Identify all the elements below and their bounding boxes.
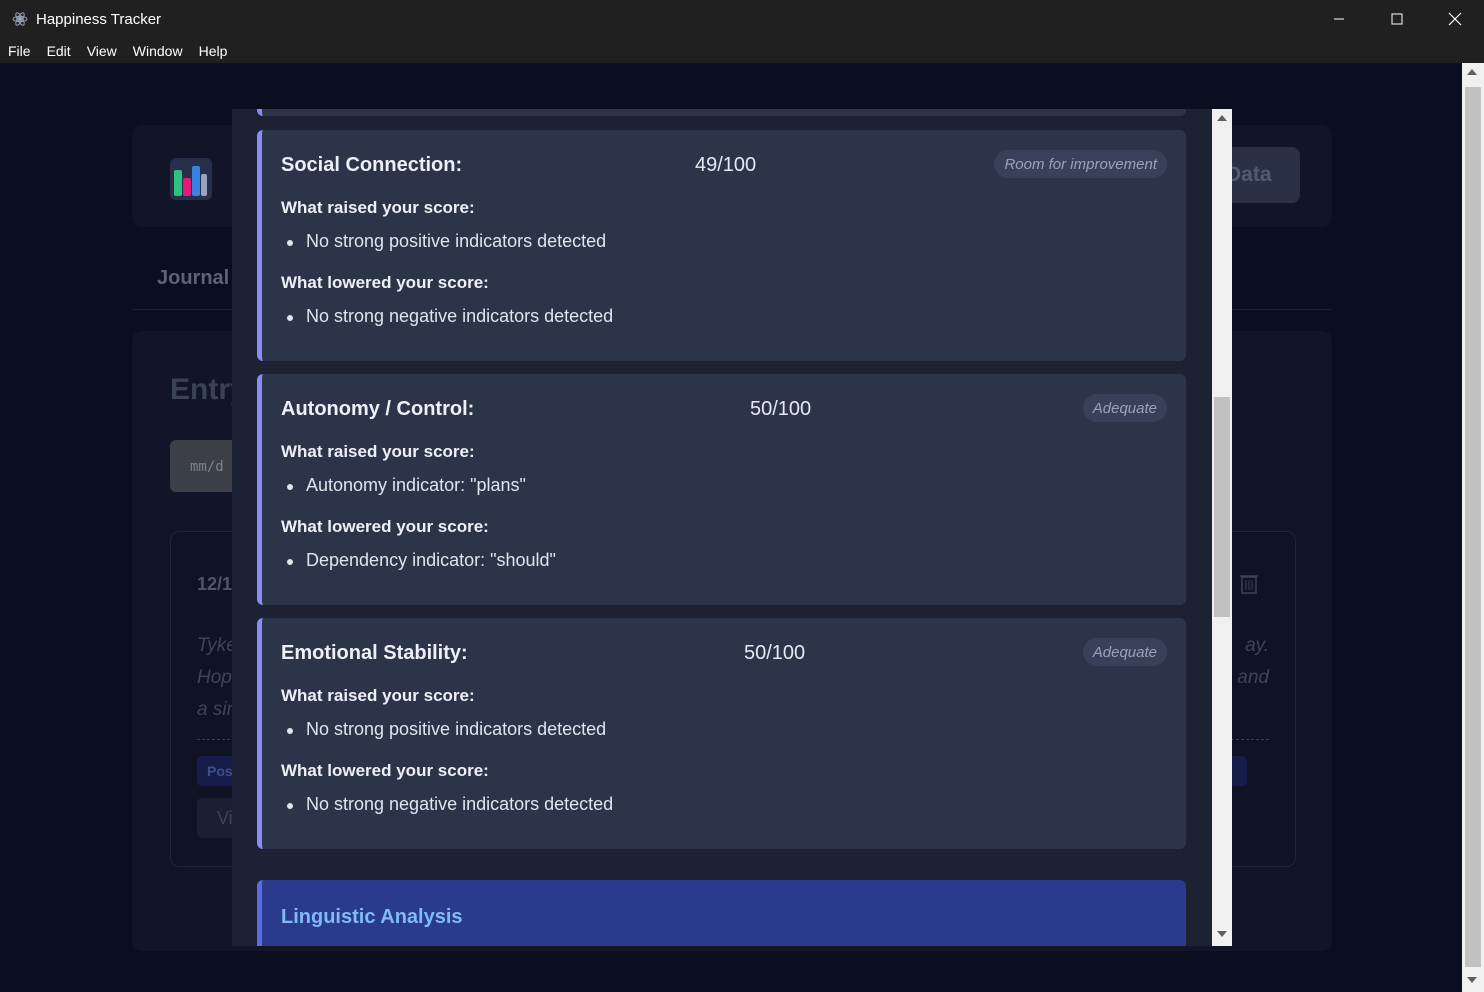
list-item: No strong negative indicators detected bbox=[286, 794, 614, 814]
raised-heading: What raised your score: bbox=[281, 686, 475, 705]
status-badge: Adequate bbox=[1082, 394, 1167, 422]
entry-date: 12/1 bbox=[197, 574, 233, 594]
scroll-up-icon[interactable] bbox=[1217, 115, 1227, 121]
entry-text: Tyke Hop a sir bbox=[197, 635, 237, 720]
menu-bar: File Edit View Window Help bbox=[0, 38, 1484, 63]
section-score: 50/100 bbox=[750, 398, 812, 420]
sentiment-tag: Pos bbox=[197, 756, 237, 786]
window-title: Happiness Tracker bbox=[36, 10, 162, 28]
scroll-up-icon[interactable] bbox=[1467, 69, 1477, 75]
lowered-heading: What lowered your score: bbox=[281, 517, 489, 536]
list-item: No strong negative indicators detected bbox=[286, 306, 614, 326]
menu-edit[interactable]: Edit bbox=[39, 43, 79, 59]
section-social-connection: Social Connection: 49/100 Room for impro… bbox=[257, 130, 1186, 361]
minimize-button[interactable] bbox=[1310, 0, 1368, 38]
data-button[interactable]: Data bbox=[1222, 147, 1300, 203]
menu-file[interactable]: File bbox=[0, 43, 39, 59]
list-item: No strong positive indicators detected bbox=[286, 231, 607, 251]
menu-window[interactable]: Window bbox=[125, 43, 191, 59]
modal-scrollbar[interactable] bbox=[1212, 109, 1232, 946]
menu-view[interactable]: View bbox=[79, 43, 125, 59]
previous-section bbox=[257, 109, 1186, 116]
trash-icon[interactable] bbox=[1239, 572, 1259, 594]
app-icon bbox=[12, 12, 28, 26]
raised-heading: What raised your score: bbox=[281, 198, 475, 217]
section-emotional-stability: Emotional Stability: 50/100 Adequate Wha… bbox=[257, 618, 1186, 849]
section-title: Linguistic Analysis bbox=[281, 906, 463, 928]
maximize-button[interactable] bbox=[1368, 0, 1426, 38]
section-linguistic-analysis: Linguistic Analysis bbox=[257, 880, 1186, 946]
analysis-modal: Social Connection: 49/100 Room for impro… bbox=[232, 109, 1232, 946]
modal-scroll-thumb[interactable] bbox=[1214, 397, 1230, 617]
status-badge: Adequate bbox=[1082, 638, 1167, 666]
window-scroll-thumb[interactable] bbox=[1465, 87, 1481, 967]
minimize-icon bbox=[1334, 18, 1344, 20]
list-item: Autonomy indicator: "plans" bbox=[287, 475, 526, 495]
lowered-heading: What lowered your score: bbox=[281, 761, 489, 780]
close-button[interactable] bbox=[1426, 0, 1484, 38]
raised-heading: What raised your score: bbox=[281, 442, 475, 461]
close-icon bbox=[1448, 12, 1462, 26]
app-logo-icon bbox=[170, 158, 212, 200]
scroll-down-icon[interactable] bbox=[1217, 931, 1227, 937]
tab-journal[interactable]: Journal bbox=[157, 267, 229, 290]
section-score: 49/100 bbox=[695, 154, 757, 176]
view-button[interactable]: Vi bbox=[197, 798, 237, 838]
section-title: Emotional Stability: bbox=[281, 642, 468, 664]
menu-help[interactable]: Help bbox=[191, 43, 236, 59]
list-item: No strong positive indicators detected bbox=[286, 719, 607, 739]
section-title: Social Connection: bbox=[281, 154, 463, 176]
maximize-icon bbox=[1391, 13, 1403, 25]
entry-text-right: ay. and bbox=[1237, 635, 1269, 688]
list-item: Dependency indicator: "should" bbox=[287, 550, 556, 570]
window-scrollbar[interactable] bbox=[1462, 63, 1484, 992]
section-title: Autonomy / Control: bbox=[281, 398, 475, 420]
scroll-down-icon[interactable] bbox=[1467, 977, 1477, 983]
section-autonomy-control: Autonomy / Control: 50/100 Adequate What… bbox=[257, 374, 1186, 605]
lowered-heading: What lowered your score: bbox=[281, 273, 489, 292]
title-bar: Happiness Tracker bbox=[0, 0, 1484, 38]
section-score: 50/100 bbox=[744, 642, 806, 664]
status-badge: Room for improvement bbox=[994, 150, 1167, 178]
